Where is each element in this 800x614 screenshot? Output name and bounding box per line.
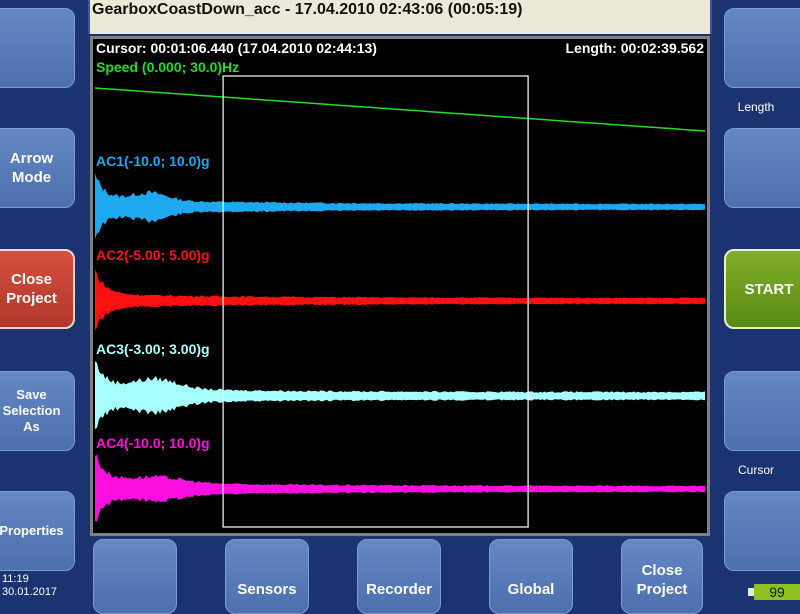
length-label: Length	[737, 100, 775, 114]
speed-line	[94, 87, 706, 132]
ac1-label: AC1(-10.0; 10.0)g	[96, 153, 210, 169]
ac3-label: AC3(-3.00; 3.00)g	[96, 341, 210, 357]
sensors-button[interactable]: Sensors	[225, 539, 309, 614]
save-selection-as-button[interactable]: Save Selection As	[0, 371, 75, 451]
window-title: GearboxCoastDown_acc - 17.04.2010 02:43:…	[92, 1, 523, 18]
cursor-readout: Cursor: 00:01:06.440 (17.04.2010 02:44:1…	[96, 40, 377, 56]
close-project-button[interactable]: Close Project	[0, 249, 75, 329]
close-project-bottom-button[interactable]: Close Project	[621, 539, 703, 614]
ac2-label: AC2(-5.00; 5.00)g	[96, 247, 210, 263]
global-button[interactable]: Global	[489, 539, 573, 614]
length-readout: Length: 00:02:39.562	[565, 40, 705, 56]
length-decrease-button[interactable]	[724, 8, 800, 88]
clock-time: 11:19	[2, 573, 29, 585]
battery-indicator: 99	[754, 584, 800, 600]
waveform-chart[interactable]	[93, 39, 707, 533]
start-button[interactable]: START	[724, 249, 800, 329]
clock: 11:19 30.01.2017	[2, 573, 57, 599]
ac2-waveform	[95, 269, 705, 331]
ac3-waveform	[95, 361, 705, 430]
properties-button[interactable]: Properties	[0, 491, 75, 571]
ac1-waveform	[95, 173, 705, 240]
speed-label: Speed (0.000; 30.0)Hz	[96, 59, 240, 75]
bottom-button-1[interactable]	[93, 539, 177, 614]
recording-plot[interactable]: Cursor: 00:01:06.440 (17.04.2010 02:44:1…	[90, 36, 710, 536]
ac4-waveform	[95, 454, 705, 522]
cursor-label: Cursor	[737, 463, 774, 477]
clock-date: 30.01.2017	[2, 586, 58, 598]
arrow-mode-button[interactable]: Arrow Mode	[0, 128, 75, 208]
left-button-1[interactable]	[0, 8, 75, 88]
recorder-button[interactable]: Recorder	[357, 539, 441, 614]
cursor-left-button[interactable]	[724, 371, 800, 451]
cursor-right-button[interactable]	[724, 491, 800, 571]
ac4-label: AC4(-10.0; 10.0)g	[96, 435, 210, 451]
title-bar: GearboxCoastDown_acc - 17.04.2010 02:43:…	[88, 0, 712, 34]
length-increase-button[interactable]	[724, 128, 800, 208]
